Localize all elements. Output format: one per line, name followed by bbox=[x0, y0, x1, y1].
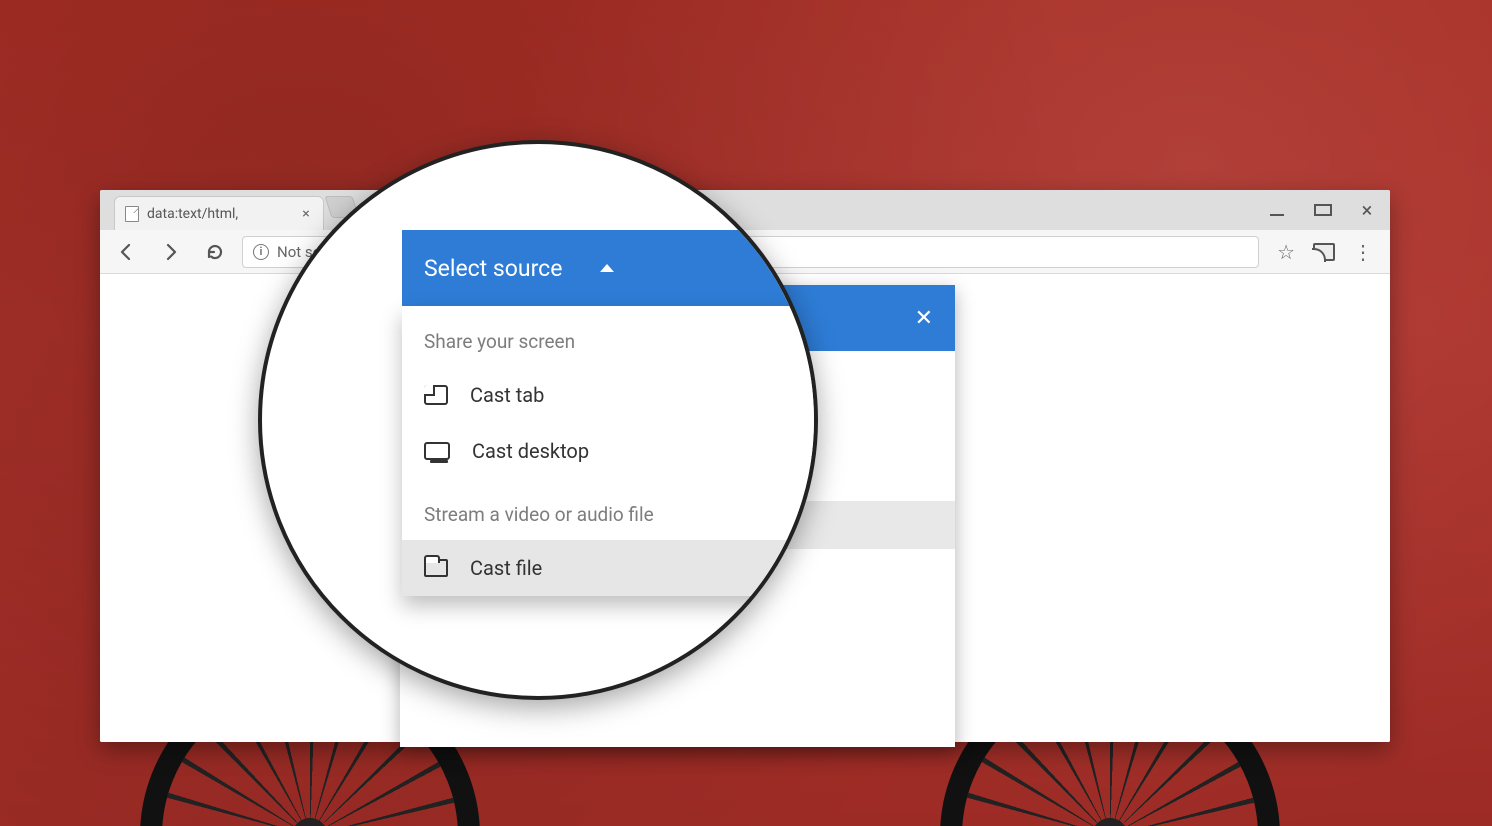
source-dropdown-title: Select source bbox=[424, 255, 562, 282]
window-minimize-button[interactable] bbox=[1270, 204, 1288, 216]
tab-title: data:text/html, bbox=[147, 206, 238, 222]
caret-up-icon bbox=[600, 264, 614, 272]
window-controls: × bbox=[1264, 190, 1382, 230]
desktop-wallpaper: data:text/html, × × i Not se bbox=[0, 0, 1492, 826]
cast-icon[interactable] bbox=[1313, 243, 1335, 261]
cast-tab-label: Cast tab bbox=[470, 383, 544, 407]
document-icon bbox=[125, 206, 139, 222]
section-label-share: Share your screen bbox=[402, 306, 814, 367]
toolbar-actions: ☆ ⋮ bbox=[1269, 240, 1380, 264]
bookmark-star-icon[interactable]: ☆ bbox=[1277, 240, 1295, 264]
menu-dots-icon[interactable]: ⋮ bbox=[1353, 240, 1372, 264]
cast-file-label: Cast file bbox=[470, 556, 542, 580]
cast-desktop-label: Cast desktop bbox=[472, 439, 589, 463]
reload-button[interactable] bbox=[198, 235, 232, 269]
forward-button[interactable] bbox=[154, 235, 188, 269]
cast-popup-close-button[interactable]: ✕ bbox=[915, 306, 933, 331]
section-label-stream: Stream a video or audio file bbox=[402, 479, 814, 540]
folder-icon bbox=[424, 559, 448, 577]
cast-tab-option[interactable]: Cast tab bbox=[402, 367, 814, 423]
window-maximize-button[interactable] bbox=[1314, 201, 1332, 220]
window-close-button[interactable]: × bbox=[1358, 198, 1376, 222]
source-dropdown-menu: Share your screen Cast tab Cast desktop … bbox=[402, 306, 814, 596]
cast-file-option[interactable]: Cast file bbox=[402, 540, 814, 596]
magnifier-lens: Select source Share your screen Cast tab… bbox=[258, 140, 818, 700]
back-button[interactable] bbox=[110, 235, 144, 269]
desktop-icon bbox=[424, 442, 450, 460]
tab-icon bbox=[424, 385, 448, 405]
source-dropdown-header[interactable]: Select source bbox=[402, 230, 814, 306]
cast-desktop-option[interactable]: Cast desktop bbox=[402, 423, 814, 479]
